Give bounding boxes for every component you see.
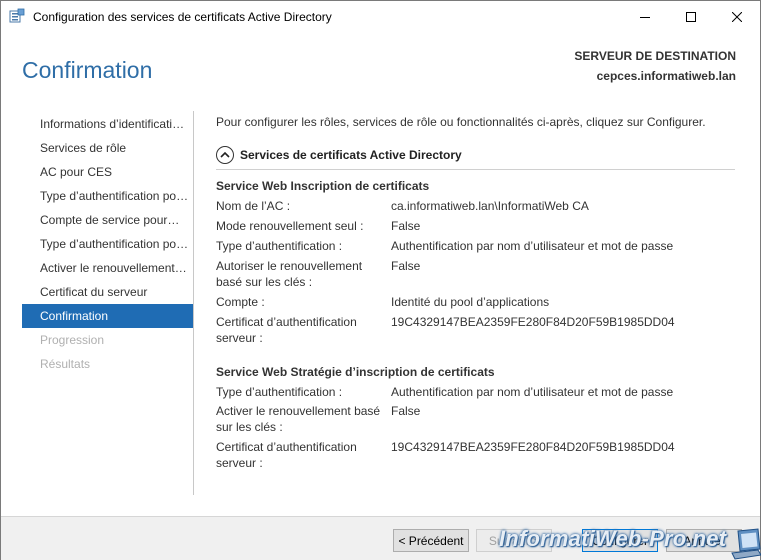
- nav-item[interactable]: Type d’authentification po…: [22, 184, 193, 208]
- detail-key: Certificat d’authentification serveur :: [216, 440, 357, 470]
- detail-value: Authentification par nom d’utilisateur e…: [391, 239, 674, 253]
- detail-value: False: [391, 219, 421, 233]
- close-button[interactable]: [714, 1, 760, 32]
- nav-item: Progression: [40, 333, 105, 347]
- collapse-button[interactable]: [216, 146, 234, 164]
- nav-item[interactable]: Services de rôle: [22, 136, 193, 160]
- nav-item[interactable]: AC pour CES: [22, 160, 193, 184]
- minimize-button[interactable]: [622, 1, 668, 32]
- watermark-text: InformatiWeb-Pro.net: [499, 526, 727, 551]
- nav-item[interactable]: Type d’authentification po…: [22, 232, 193, 256]
- detail-value: ca.informatiweb.lan\InformatiWeb CA: [391, 199, 589, 213]
- detail-key: Autoriser le renouvellement basé sur les…: [216, 259, 363, 289]
- detail-value: False: [391, 259, 421, 273]
- destination-server-name: cepces.informatiweb.lan: [596, 69, 736, 83]
- title-bar[interactable]: Configuration des services de certificat…: [1, 1, 760, 32]
- detail-value: Identité du pool d’applications: [391, 295, 550, 309]
- detail-key: Compte :: [216, 295, 265, 309]
- nav-item[interactable]: Informations d’identificati…: [22, 112, 193, 136]
- detail-value: 19C4329147BEA2359FE280F84D20F59B1985DD04: [391, 315, 675, 329]
- wizard-window: Configuration des services de certificat…: [0, 0, 761, 560]
- section-divider: [216, 169, 735, 170]
- group-title-enrollment: Service Web Inscription de certificats: [216, 179, 430, 193]
- detail-key: Nom de l’AC :: [216, 199, 291, 213]
- destination-server-label: SERVEUR DE DESTINATION: [574, 49, 736, 63]
- minimize-icon: [640, 16, 650, 18]
- intro-text: Pour configurer les rôles, services de r…: [216, 115, 706, 129]
- wizard-navigation: Informations d’identificati… Services de …: [22, 112, 193, 376]
- page-title: Confirmation: [22, 57, 153, 83]
- detail-value: False: [391, 404, 421, 418]
- group-title-policy: Service Web Stratégie d’inscription de c…: [216, 365, 495, 379]
- chevron-up-icon: [220, 151, 230, 158]
- laptop-logo-icon: [728, 527, 761, 560]
- detail-value: 19C4329147BEA2359FE280F84D20F59B1985DD04: [391, 440, 675, 454]
- server-manager-icon: [9, 8, 25, 24]
- nav-item: Résultats: [40, 357, 91, 371]
- section-header[interactable]: Services de certificats Active Directory: [216, 145, 462, 165]
- close-icon: [732, 11, 742, 22]
- detail-key: Type d’authentification :: [216, 385, 343, 399]
- nav-item[interactable]: Compte de service pour…: [22, 208, 193, 232]
- detail-key: Type d’authentification :: [216, 239, 343, 253]
- previous-button[interactable]: < Précédent: [393, 529, 469, 552]
- nav-item[interactable]: Confirmation: [22, 304, 193, 328]
- detail-value: Authentification par nom d’utilisateur e…: [391, 385, 674, 399]
- nav-item[interactable]: Certificat du serveur: [22, 280, 193, 304]
- detail-key: Mode renouvellement seul :: [216, 219, 364, 233]
- section-title: Services de certificats Active Directory: [240, 148, 462, 162]
- nav-separator: [193, 111, 194, 495]
- maximize-button[interactable]: [668, 1, 714, 32]
- detail-key: Activer le renouvellement basé sur les c…: [216, 404, 381, 434]
- nav-item[interactable]: Activer le renouvellement…: [22, 256, 193, 280]
- detail-key: Certificat d’authentification serveur :: [216, 315, 357, 345]
- window-title: Configuration des services de certificat…: [33, 10, 332, 24]
- maximize-icon: [686, 11, 696, 22]
